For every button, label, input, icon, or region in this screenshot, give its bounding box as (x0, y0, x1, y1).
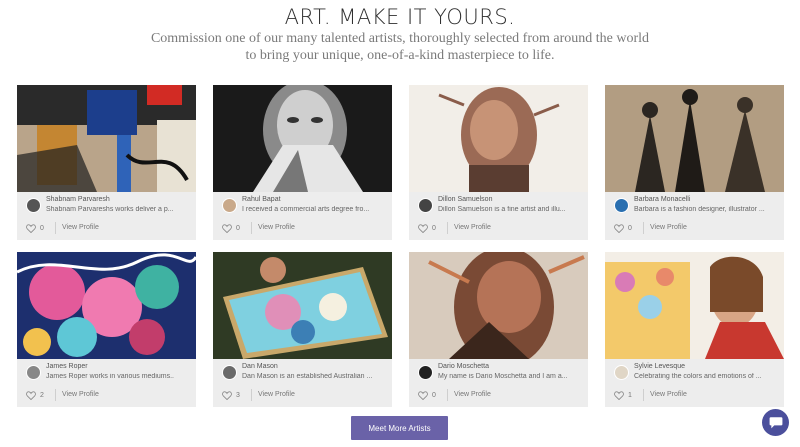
heart-icon (418, 224, 428, 233)
artwork-image[interactable] (605, 252, 784, 359)
like-count: 3 (236, 392, 240, 399)
like-count: 0 (40, 225, 44, 232)
artist-name: Rahul Bapat (242, 196, 281, 203)
heart-icon (222, 391, 232, 400)
meet-more-artists-button[interactable]: Meet More Artists (351, 416, 448, 440)
artist-card[interactable]: Dillon Samuelson Dillon Samuelson is a f… (409, 85, 588, 240)
heart-icon (26, 224, 36, 233)
artist-description: Barbara is a fashion designer, illustrat… (634, 206, 765, 213)
divider (251, 389, 252, 401)
artwork-image[interactable] (213, 252, 392, 359)
heart-icon (614, 391, 624, 400)
artist-card[interactable]: Sylvie Levesque Celebrating the colors a… (605, 252, 784, 407)
chat-bubble-icon (769, 417, 782, 429)
artwork-image[interactable] (605, 85, 784, 192)
like-button[interactable]: 0 (614, 224, 632, 233)
heart-icon (26, 391, 36, 400)
artist-card[interactable]: James Roper James Roper works in various… (17, 252, 196, 407)
avatar (614, 365, 629, 380)
like-button[interactable]: 0 (418, 224, 436, 233)
like-count: 1 (628, 392, 632, 399)
avatar (26, 198, 41, 213)
view-profile-link[interactable]: View Profile (454, 224, 491, 231)
like-count: 0 (432, 225, 436, 232)
artwork-image[interactable] (17, 252, 196, 359)
like-button[interactable]: 0 (222, 224, 240, 233)
artist-name: James Roper (46, 363, 88, 370)
like-button[interactable]: 0 (26, 224, 44, 233)
like-count: 0 (432, 392, 436, 399)
divider (55, 389, 56, 401)
artist-name: Dan Mason (242, 363, 278, 370)
artwork-image[interactable] (409, 252, 588, 359)
artist-card[interactable]: Barbara Monacelli Barbara is a fashion d… (605, 85, 784, 240)
divider (643, 222, 644, 234)
like-count: 0 (236, 225, 240, 232)
artwork-image[interactable] (17, 85, 196, 192)
heart-icon (222, 224, 232, 233)
view-profile-link[interactable]: View Profile (258, 391, 295, 398)
like-button[interactable]: 0 (418, 391, 436, 400)
artist-grid: Shabnam Parvaresh Shabnam Parvareshs wor… (17, 85, 784, 407)
artist-description: Dan Mason is an established Australian .… (242, 373, 373, 380)
artist-name: Barbara Monacelli (634, 196, 691, 203)
page-title: ART. MAKE IT YOURS. (284, 5, 516, 29)
view-profile-link[interactable]: View Profile (258, 224, 295, 231)
artist-name: Dario Moschetta (438, 363, 489, 370)
avatar (418, 365, 433, 380)
avatar (222, 365, 237, 380)
view-profile-link[interactable]: View Profile (62, 224, 99, 231)
artist-description: James Roper works in various mediums.. (46, 373, 174, 380)
artist-name: Dillon Samuelson (438, 196, 493, 203)
artist-card[interactable]: Rahul Bapat I received a commercial arts… (213, 85, 392, 240)
divider (55, 222, 56, 234)
divider (447, 222, 448, 234)
page-subtitle: Commission one of our many talented arti… (150, 31, 650, 63)
chat-button[interactable] (762, 409, 789, 436)
view-profile-link[interactable]: View Profile (650, 224, 687, 231)
artist-name: Shabnam Parvaresh (46, 196, 110, 203)
artist-description: Celebrating the colors and emotions of .… (634, 373, 762, 380)
like-count: 2 (40, 392, 44, 399)
artwork-image[interactable] (409, 85, 588, 192)
like-button[interactable]: 3 (222, 391, 240, 400)
view-profile-link[interactable]: View Profile (650, 391, 687, 398)
artist-name: Sylvie Levesque (634, 363, 685, 370)
artist-description: Shabnam Parvareshs works deliver a p... (46, 206, 174, 213)
artist-card[interactable]: Dan Mason Dan Mason is an established Au… (213, 252, 392, 407)
view-profile-link[interactable]: View Profile (62, 391, 99, 398)
like-button[interactable]: 2 (26, 391, 44, 400)
avatar (222, 198, 237, 213)
artwork-image[interactable] (213, 85, 392, 192)
like-button[interactable]: 1 (614, 391, 632, 400)
artist-card[interactable]: Shabnam Parvaresh Shabnam Parvareshs wor… (17, 85, 196, 240)
avatar (418, 198, 433, 213)
artist-description: I received a commercial arts degree fro.… (242, 206, 370, 213)
avatar (26, 365, 41, 380)
artist-description: My name is Dario Moschetta and I am a... (438, 373, 568, 380)
avatar (614, 198, 629, 213)
divider (447, 389, 448, 401)
view-profile-link[interactable]: View Profile (454, 391, 491, 398)
artist-card[interactable]: Dario Moschetta My name is Dario Moschet… (409, 252, 588, 407)
divider (251, 222, 252, 234)
artist-description: Dillon Samuelson is a fine artist and il… (438, 206, 566, 213)
heart-icon (614, 224, 624, 233)
heart-icon (418, 391, 428, 400)
divider (643, 389, 644, 401)
like-count: 0 (628, 225, 632, 232)
